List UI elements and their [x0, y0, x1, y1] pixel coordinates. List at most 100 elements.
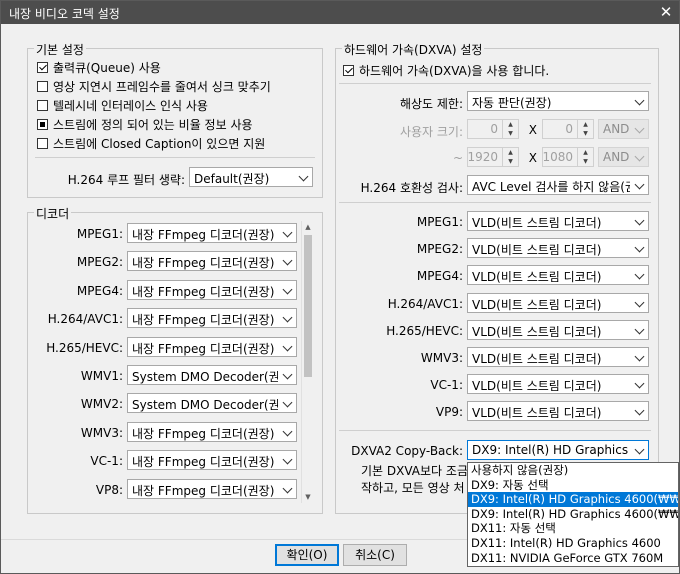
checkbox[interactable]	[37, 137, 48, 149]
spin-down-icon[interactable]: ▼	[503, 157, 518, 166]
loop-filter-select[interactable]: Default(권장)	[189, 167, 313, 187]
dropdown-option[interactable]: DX11: 자동 선택	[468, 521, 678, 536]
user-width-spin[interactable]: 0 ▲ ▼	[467, 119, 519, 139]
spin-buttons[interactable]: ▲ ▼	[577, 120, 593, 138]
decoder-select[interactable]: System DMO Decoder(권장)	[127, 365, 297, 385]
hw-codec-select[interactable]: VLD(비트 스트림 디코더)	[467, 238, 649, 259]
range-label: ~	[452, 151, 463, 165]
decoder-select[interactable]: 내장 FFmpeg 디코더(권장)	[127, 279, 297, 300]
decoder-select[interactable]: System DMO Decoder(권장)	[127, 393, 297, 414]
scroll-thumb[interactable]	[304, 235, 312, 377]
hw-codec-select[interactable]: VLD(비트 스트림 디코더)	[467, 401, 649, 422]
option-output-queue[interactable]: 출력큐(Queue) 사용	[37, 59, 161, 75]
res-limit-select[interactable]: 자동 판단(권장)	[467, 91, 649, 111]
decoder-select-value: 내장 FFmpeg 디코더(권장)	[132, 341, 275, 356]
range-width-value: 1920	[467, 150, 498, 164]
res-limit-label: 해상도 제한:	[399, 97, 463, 111]
checkbox[interactable]	[37, 118, 48, 130]
decoder-label: MPEG2:	[76, 255, 123, 270]
decoder-select-value: System DMO Decoder(권장)	[132, 398, 278, 413]
decoder-scrollbar[interactable]: ▲ ▼	[301, 221, 314, 503]
copyback-dropdown-list[interactable]: 사용하지 않음(권장) DX9: 자동 선택 DX9: Intel(R) HD Gr…	[467, 462, 679, 567]
decoder-select[interactable]: 내장 FFmpeg 디코더(권장)	[127, 450, 297, 471]
res-limit-value: 자동 판단(권장)	[472, 96, 552, 110]
range-width-spin[interactable]: 1920 ▲ ▼	[467, 147, 519, 167]
chevron-down-icon	[282, 426, 293, 437]
chevron-down-icon	[634, 351, 645, 362]
spin-up-icon[interactable]: ▲	[578, 120, 593, 129]
spin-up-icon[interactable]: ▲	[503, 148, 518, 157]
copyback-value: DX9: Intel(R) HD Graphics 460	[472, 443, 630, 457]
spin-down-icon[interactable]: ▼	[578, 129, 593, 138]
user-op-select[interactable]: AND	[598, 119, 649, 139]
decoder-select[interactable]: 내장 FFmpeg 디코더(권장)	[127, 336, 297, 357]
cancel-button[interactable]: 취소(C)	[343, 544, 407, 566]
spin-buttons[interactable]: ▲ ▼	[502, 120, 518, 138]
spin-down-icon[interactable]: ▼	[503, 129, 518, 138]
hw-codec-label: MPEG4:	[416, 269, 463, 284]
chevron-down-icon	[634, 297, 645, 308]
h264-compat-value: AVC Level 검사를 하지 않음(권	[472, 180, 630, 194]
decoder-select-value: System DMO Decoder(권장)	[132, 370, 278, 384]
range-height-spin[interactable]: 1080 ▲ ▼	[542, 147, 594, 167]
spin-down-icon[interactable]: ▼	[578, 157, 593, 166]
decoder-select[interactable]: 내장 FFmpeg 디코더(권장)	[127, 223, 297, 243]
checkbox[interactable]	[37, 61, 48, 73]
hw-codec-select[interactable]: VLD(비트 스트림 디코더)	[467, 265, 649, 286]
dropdown-option[interactable]: DX9: Intel(R) HD Graphics 4600(₩₩.₩DISPL…	[468, 492, 678, 507]
hw-codec-label: MPEG2:	[416, 242, 463, 257]
separator	[339, 430, 651, 431]
checkbox[interactable]	[37, 80, 48, 92]
hw-codec-label: MPEG1:	[416, 215, 463, 229]
hw-accel-legend: 하드웨어 가속(DXVA) 설정	[342, 41, 485, 58]
user-size-label: 사용자 크기:	[399, 125, 463, 139]
dropdown-option[interactable]: DX9: 자동 선택	[468, 478, 678, 493]
title-bar: 내장 비디오 코덱 설정 ✕	[1, 1, 679, 24]
option-closed-caption[interactable]: 스트림에 Closed Caption이 있으면 지원	[37, 135, 265, 151]
h264-compat-label: H.264 호환성 검사:	[360, 181, 463, 195]
hw-codec-select[interactable]: VLD(비트 스트림 디코더)	[467, 319, 649, 340]
decoder-select[interactable]: 내장 FFmpeg 디코더(권장)	[127, 421, 297, 442]
dropdown-option[interactable]: 사용하지 않음(권장)	[468, 463, 678, 478]
checkbox[interactable]	[343, 64, 354, 76]
chevron-down-icon	[634, 95, 645, 106]
codec-settings-dialog: 내장 비디오 코덱 설정 ✕ 기본 설정 출력큐(Queue) 사용 영상 지연…	[0, 0, 680, 574]
option-hw-enable[interactable]: 하드웨어 가속(DXVA)을 사용 합니다.	[343, 62, 549, 78]
scroll-up-icon[interactable]: ▲	[302, 221, 314, 233]
hw-codec-select[interactable]: VLD(비트 스트림 디코더)	[467, 374, 649, 395]
chevron-down-icon	[282, 341, 293, 352]
decoder-select[interactable]: 내장 FFmpeg 디코더(권장)	[127, 308, 297, 329]
hw-codec-select[interactable]: VLD(비트 스트림 디코더)	[467, 347, 649, 367]
option-label: 하드웨어 가속(DXVA)을 사용 합니다.	[359, 63, 550, 78]
chevron-down-icon	[634, 215, 645, 226]
range-op-select[interactable]: AND	[598, 147, 649, 167]
decoder-select[interactable]: 내장 FFmpeg 디코더(권장)	[127, 251, 297, 272]
option-stream-aspect[interactable]: 스트림에 정의 되어 있는 비율 정보 사용	[37, 116, 253, 132]
decoder-select-value: 내장 FFmpeg 디코더(권장)	[132, 284, 275, 299]
spin-buttons[interactable]: ▲ ▼	[502, 148, 518, 166]
option-frame-drop-sync[interactable]: 영상 지연시 프레임수를 줄여서 싱크 맞추기	[37, 78, 271, 94]
chevron-down-icon	[634, 444, 645, 455]
hw-codec-select[interactable]: VLD(비트 스트림 디코더)	[467, 292, 649, 313]
checkbox[interactable]	[37, 99, 48, 111]
h264-compat-select[interactable]: AVC Level 검사를 하지 않음(권	[467, 175, 649, 195]
spin-up-icon[interactable]: ▲	[578, 148, 593, 157]
dropdown-option[interactable]: DX11: Intel(R) HD Graphics 4600	[468, 536, 678, 551]
hw-codec-label: VP9:	[435, 405, 463, 420]
scroll-down-icon[interactable]: ▼	[302, 491, 314, 503]
ok-button[interactable]: 확인(O)	[275, 544, 339, 566]
spin-up-icon[interactable]: ▲	[503, 120, 518, 129]
decoder-select[interactable]: 내장 FFmpeg 디코더(권장)	[127, 478, 297, 499]
dropdown-option[interactable]: DX11: NVIDIA GeForce GTX 760M	[468, 551, 678, 566]
spin-buttons[interactable]: ▲ ▼	[577, 148, 593, 166]
user-height-spin[interactable]: 0 ▲ ▼	[542, 119, 594, 139]
range-height-value: 1080	[542, 150, 573, 164]
chevron-down-icon	[634, 269, 645, 280]
option-telecine[interactable]: 텔레시네 인터레이스 인식 사용	[37, 97, 208, 113]
copyback-select[interactable]: DX9: Intel(R) HD Graphics 460	[467, 440, 649, 460]
separator	[339, 83, 651, 84]
dropdown-option[interactable]: DX9: Intel(R) HD Graphics 4600(₩₩.₩DISPL…	[468, 507, 678, 522]
close-icon[interactable]: ✕	[657, 3, 675, 21]
hw-codec-select[interactable]: VLD(비트 스트림 디코더)	[467, 211, 649, 231]
chevron-down-icon	[282, 227, 293, 238]
